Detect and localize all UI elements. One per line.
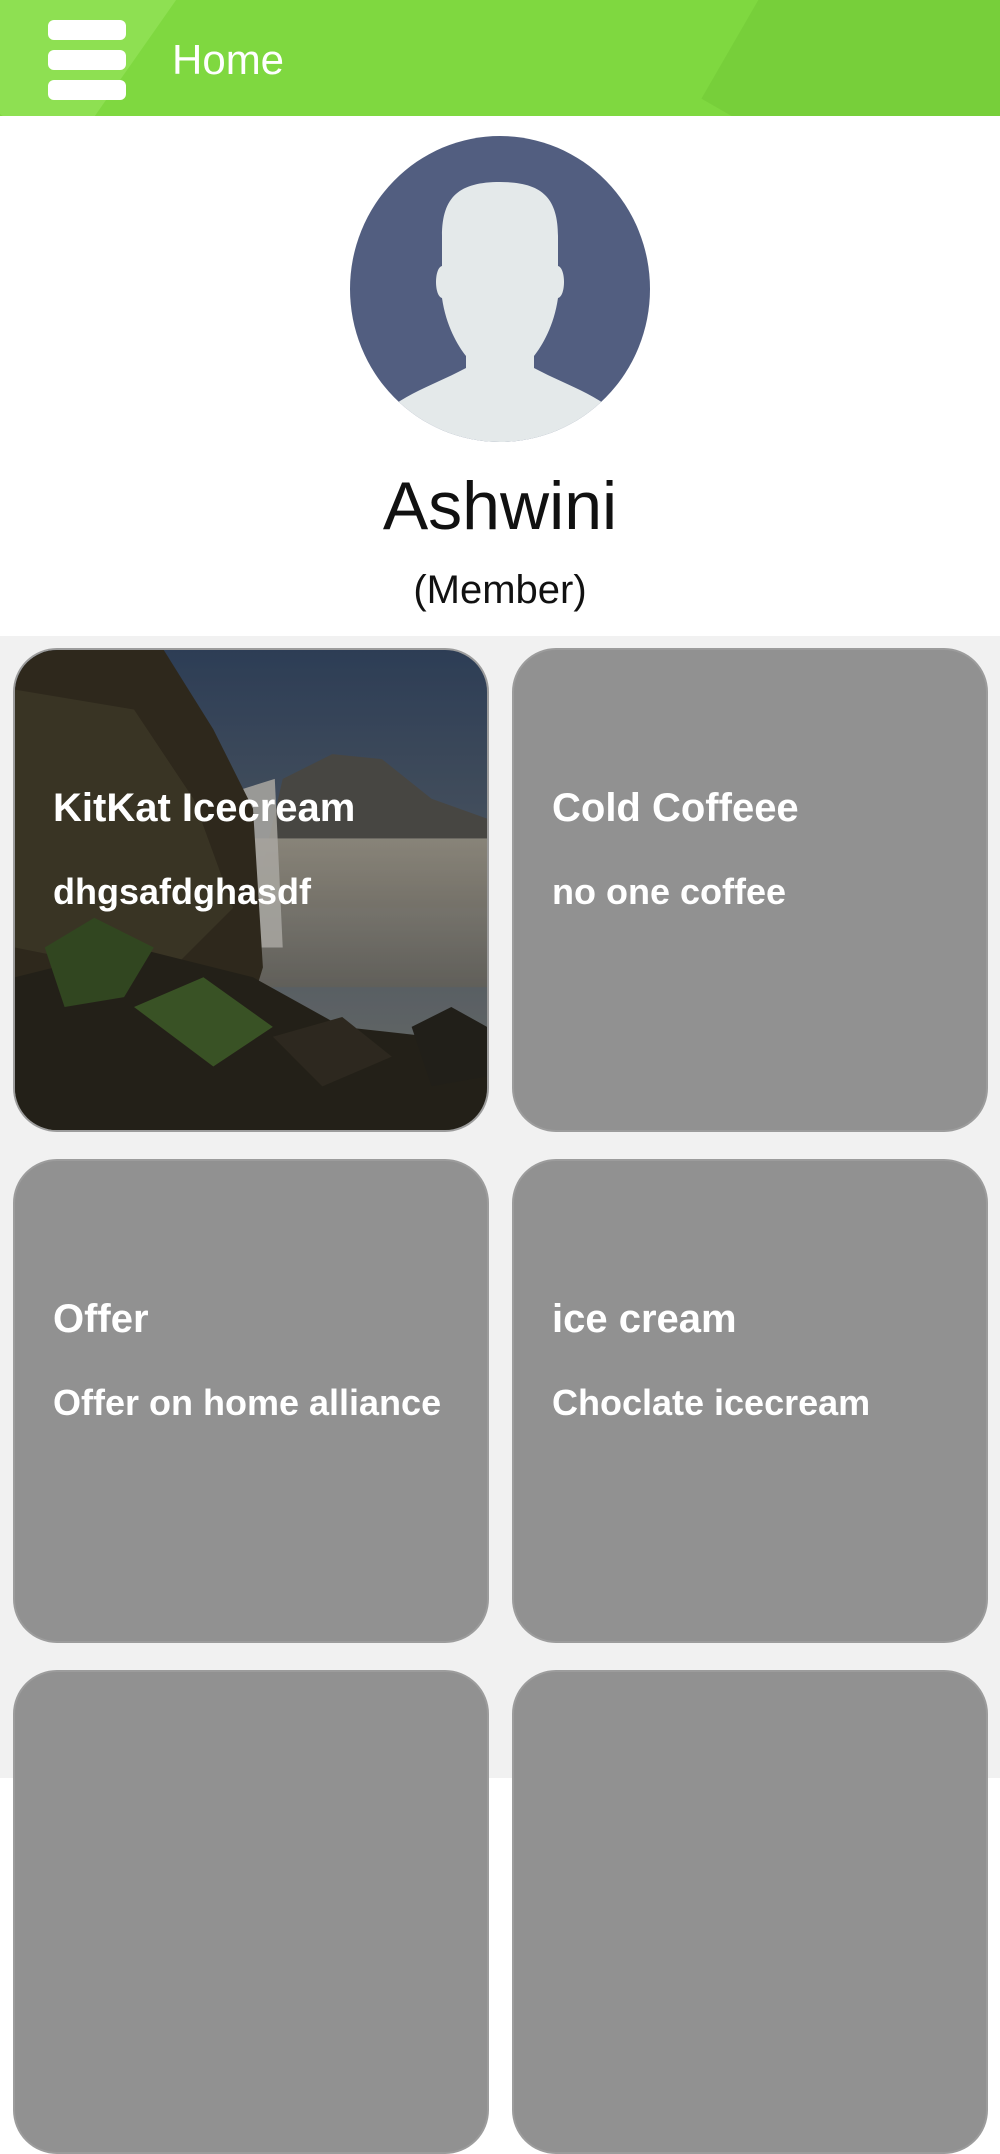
card-offer[interactable]: Offer Offer on home alliance — [13, 1159, 489, 1643]
profile-role: (Member) — [413, 568, 587, 612]
card-ice-cream[interactable]: ice cream Choclate icecream — [512, 1159, 988, 1643]
header-decoration — [701, 0, 1000, 116]
card-subtitle: Choclate icecream — [552, 1382, 871, 1423]
hamburger-menu-icon[interactable] — [48, 20, 126, 100]
card-cold-coffee[interactable]: Cold Coffeee no one coffee — [512, 648, 988, 1132]
card-title: Offer — [53, 1297, 149, 1341]
profile-name: Ashwini — [382, 468, 618, 544]
page-title: Home — [172, 36, 285, 83]
card-title: ice cream — [552, 1297, 737, 1341]
card-title: KitKat Icecream — [53, 786, 356, 830]
card-kitkat-icecream[interactable]: KitKat Icecream dhgsafdghasdf — [13, 648, 489, 1132]
card-subtitle: no one coffee — [552, 871, 787, 912]
card-partial[interactable] — [13, 1670, 489, 2154]
app-header: Home — [0, 0, 1000, 116]
card-subtitle: dhgsafdghasdf — [53, 871, 311, 912]
card-partial[interactable] — [512, 1670, 988, 2154]
card-subtitle: Offer on home alliance — [53, 1382, 442, 1423]
card-title: Cold Coffeee — [552, 786, 799, 830]
default-user-avatar-icon[interactable] — [350, 136, 650, 442]
